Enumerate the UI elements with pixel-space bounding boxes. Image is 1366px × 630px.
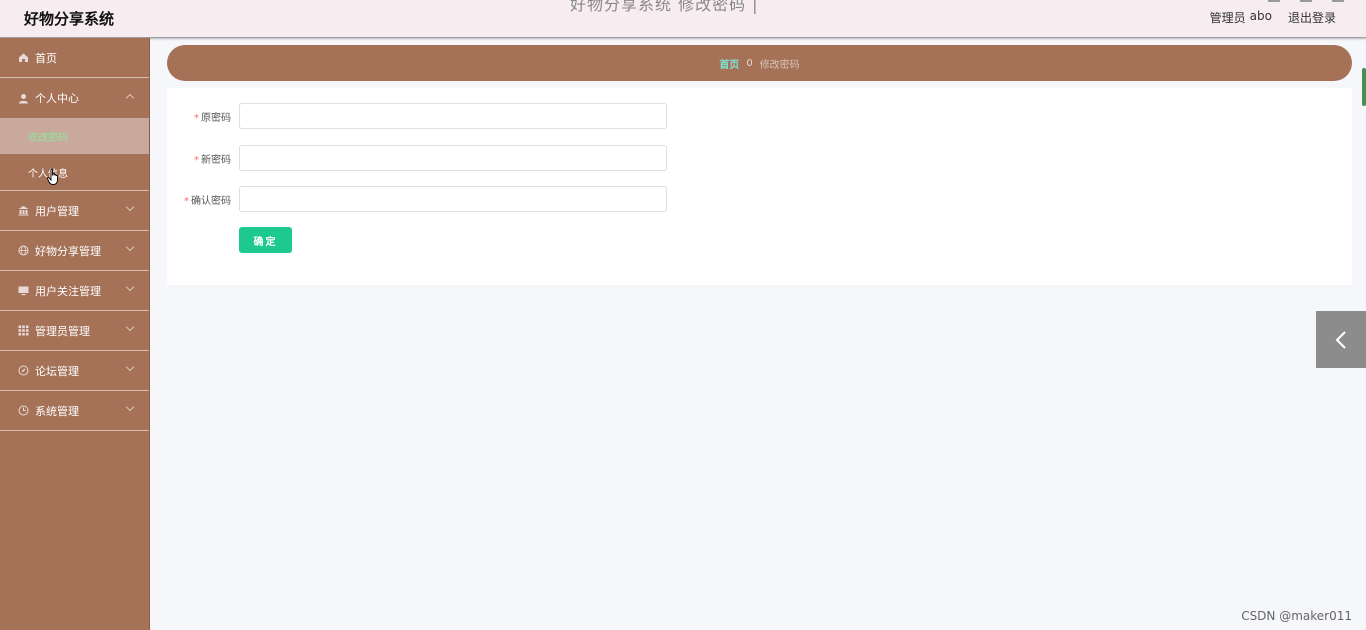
sidebar-item-system-management[interactable]: 系统管理 (0, 391, 149, 431)
breadcrumb-current: 修改密码 (759, 59, 800, 71)
chevron-down-icon (125, 282, 135, 292)
sidebar-item-forum-management[interactable]: 论坛管理 (0, 351, 149, 391)
chevron-down-icon (125, 322, 135, 332)
required-mark: * (194, 154, 199, 166)
sidebar-item-label: 好物分享管理 (35, 244, 101, 258)
field-label-text: 新密码 (201, 154, 231, 166)
sidebar-item-personal-center[interactable]: 个人中心 (0, 78, 149, 118)
old-password-input[interactable] (239, 103, 667, 129)
chevron-down-icon (125, 242, 135, 252)
change-password-form: * 原密码 * 新密码 * 确认密码 确定 (167, 88, 1352, 285)
window-control-icon[interactable] (1332, 0, 1344, 2)
side-panel-toggle[interactable] (1316, 311, 1366, 368)
sidebar-item-user-management[interactable]: 用户管理 (0, 191, 149, 231)
sidebar-item-label: 个人中心 (35, 92, 79, 105)
scrollbar-thumb[interactable] (1362, 68, 1366, 106)
home-icon (18, 52, 29, 63)
sidebar-item-label: 用户关注管理 (35, 284, 101, 298)
window-control-icon[interactable] (1300, 0, 1312, 2)
clock-icon (18, 405, 29, 416)
required-mark: * (184, 195, 189, 207)
user-icon (18, 93, 29, 104)
chevron-up-icon (125, 93, 135, 103)
chevron-down-icon (125, 402, 135, 412)
breadcrumb: 首页 0 修改密码 (167, 45, 1352, 81)
chevron-down-icon (125, 202, 135, 212)
bank-icon (18, 205, 29, 216)
sidebar-item-label: 首页 (35, 51, 57, 65)
old-password-row: * 原密码 (167, 103, 667, 129)
logout-link[interactable]: 退出登录 (1288, 9, 1336, 26)
sidebar-item-share-management[interactable]: 好物分享管理 (0, 231, 149, 271)
chevron-down-icon (125, 362, 135, 372)
sidebar-item-label: 系统管理 (35, 404, 79, 418)
sidebar-item-label: 管理员管理 (35, 324, 90, 338)
window-controls (1268, 0, 1344, 2)
confirm-button[interactable]: 确定 (239, 227, 292, 253)
breadcrumb-home-link[interactable]: 首页 (719, 56, 739, 71)
monitor-icon (18, 285, 29, 296)
sidebar-item-label: 论坛管理 (35, 364, 79, 378)
sidebar-item-label: 用户管理 (35, 204, 79, 218)
new-password-label: * 新密码 (167, 151, 231, 166)
confirm-password-row: * 确认密码 (167, 186, 667, 212)
globe-icon (18, 245, 29, 256)
sidebar-subitem-personal-info[interactable]: 个人信息 (0, 154, 149, 190)
required-mark: * (194, 112, 199, 124)
window-title-partial: 好物分享系统 修改密码 | (570, 0, 759, 14)
header-user-area: 管理员 abo 退出登录 (1210, 9, 1336, 26)
sidebar-item-follow-management[interactable]: 用户关注管理 (0, 271, 149, 311)
sidebar-group-personal: 个人中心 修改密码 个人信息 (0, 78, 149, 191)
sidebar-menu: 首页 个人中心 修改密码 个人信息 用户管理 好物分享管理 用户关注管理 管理员… (0, 38, 150, 630)
grid-icon (18, 325, 29, 336)
current-user: 管理员 abo (1210, 9, 1272, 26)
new-password-row: * 新密码 (167, 145, 667, 171)
compass-icon (18, 365, 29, 376)
field-label-text: 原密码 (201, 112, 231, 124)
confirm-password-label: * 确认密码 (167, 192, 231, 207)
window-control-icon[interactable] (1268, 0, 1280, 2)
hand-cursor-icon (47, 168, 58, 185)
sidebar-item-home[interactable]: 首页 (0, 38, 149, 78)
user-role: 管理员 (1209, 11, 1246, 25)
old-password-label: * 原密码 (167, 109, 231, 124)
chevron-left-icon (1335, 330, 1346, 349)
confirm-password-input[interactable] (239, 186, 667, 212)
sidebar-subitem-change-password[interactable]: 修改密码 (0, 118, 149, 154)
app-title: 好物分享系统 (24, 10, 115, 28)
new-password-input[interactable] (239, 145, 667, 171)
top-header: 好物分享系统 修改密码 | 好物分享系统 管理员 abo 退出登录 (0, 0, 1366, 38)
sidebar-item-admin-management[interactable]: 管理员管理 (0, 311, 149, 351)
watermark: CSDN @maker011 (1241, 609, 1352, 623)
user-name: abo (1249, 9, 1272, 23)
field-label-text: 确认密码 (191, 195, 231, 207)
breadcrumb-separator: 0 (746, 57, 753, 69)
